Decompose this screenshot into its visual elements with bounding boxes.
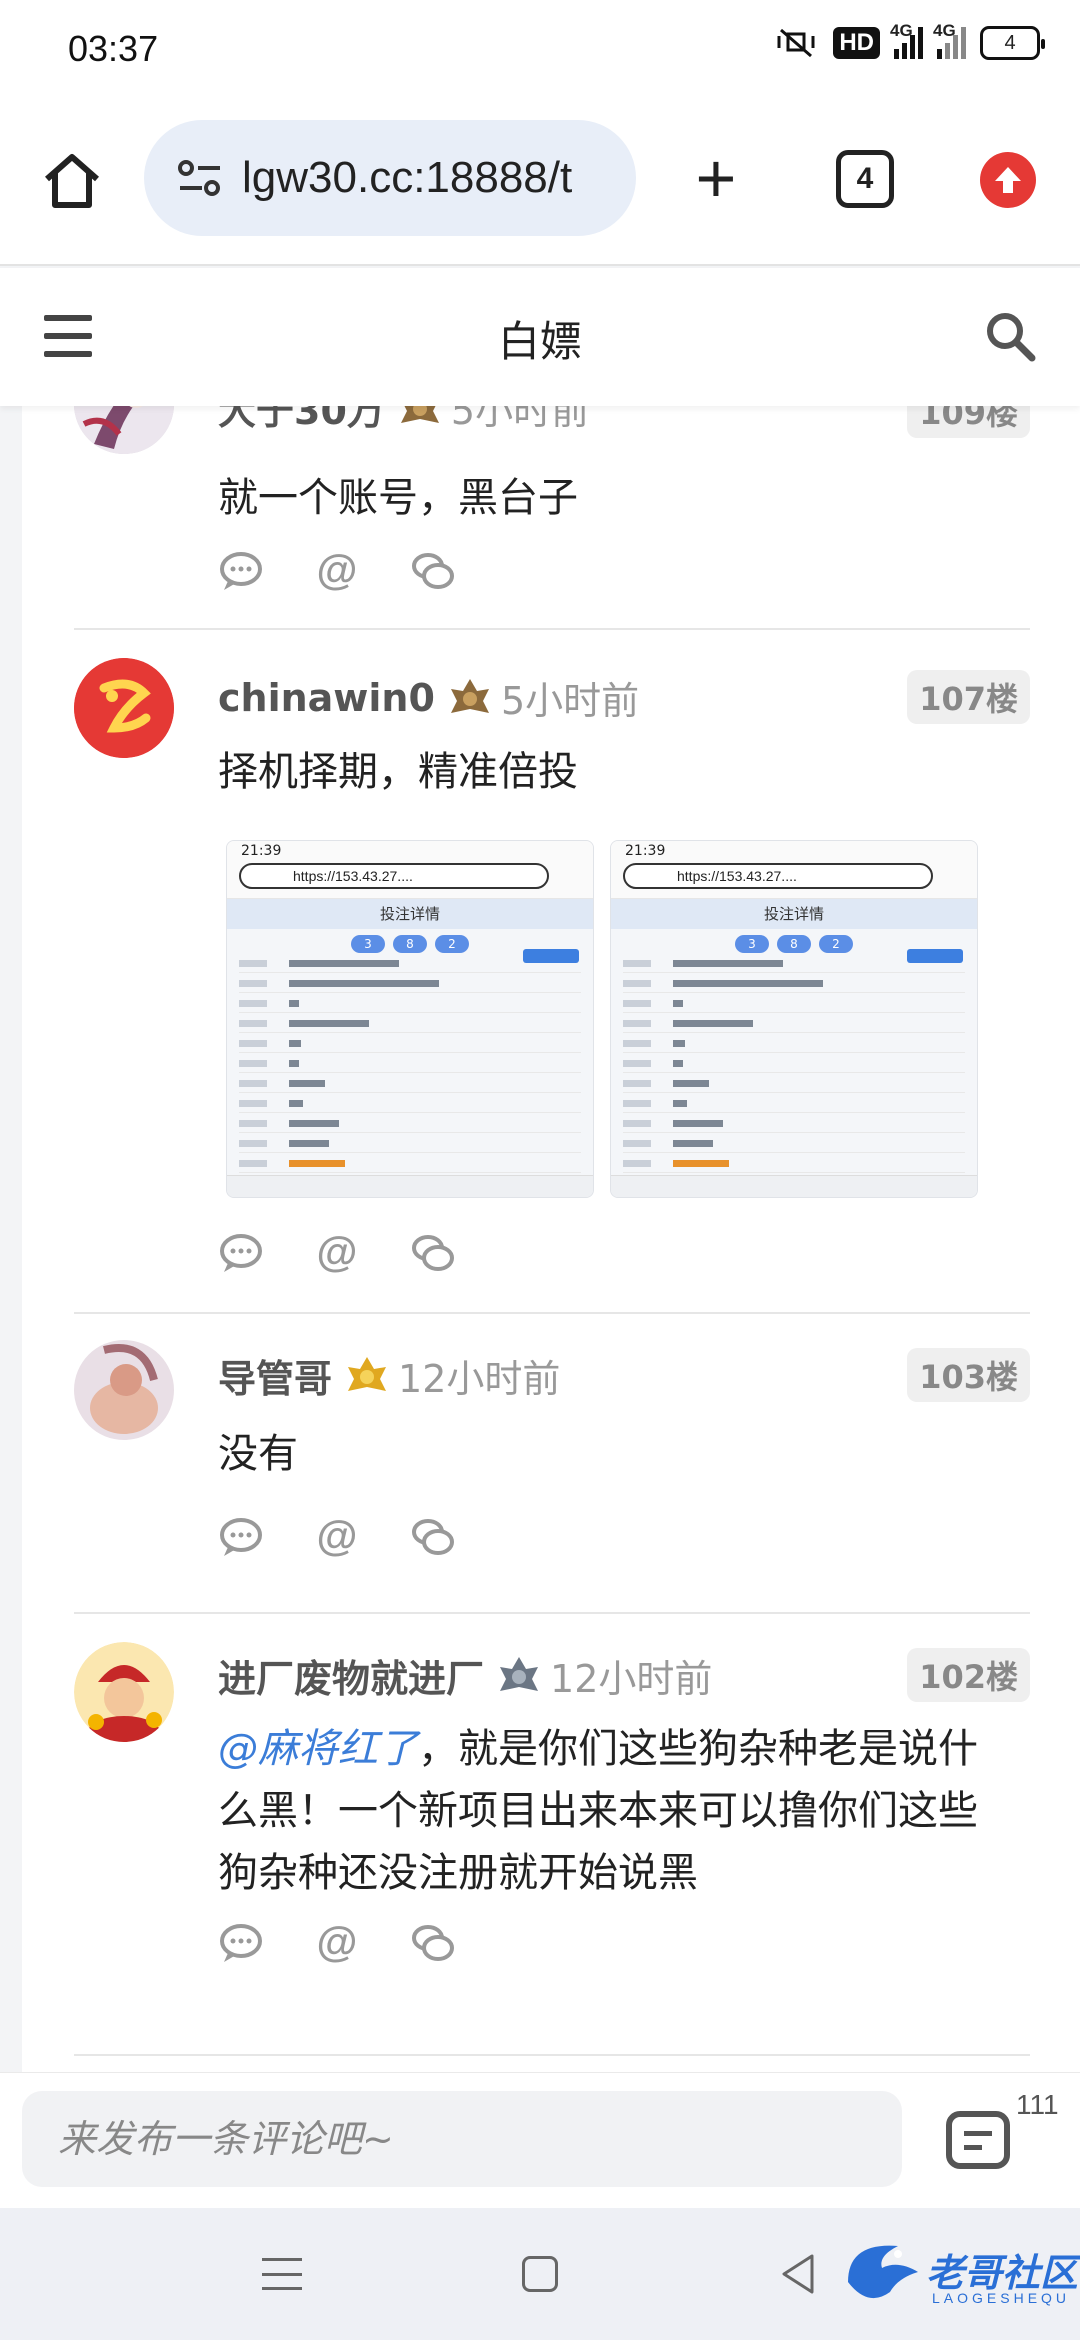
rank-badge-icon xyxy=(348,1356,387,1391)
mention-icon[interactable]: @ xyxy=(314,1230,360,1276)
url-text: lgw30.cc:18888/t xyxy=(242,153,573,202)
site-header: 白嫖 xyxy=(0,268,1080,406)
rank-badge-icon xyxy=(400,406,439,423)
tab-switcher-button[interactable]: 4 xyxy=(836,150,894,208)
quote-icon[interactable] xyxy=(410,1920,456,1966)
comment-text: 就一个账号，黑台子 xyxy=(218,475,578,521)
home-button[interactable] xyxy=(36,144,108,216)
nav-home-button[interactable] xyxy=(522,2256,558,2292)
post-time: 12小时前 xyxy=(550,1657,713,1701)
reply-icon[interactable] xyxy=(218,1514,264,1560)
username[interactable]: 导管哥 xyxy=(218,1348,332,1403)
comment-count: 111 xyxy=(1016,2089,1059,2120)
search-icon[interactable] xyxy=(980,306,1040,366)
comment-input[interactable]: 来发布一条评论吧~ xyxy=(22,2091,902,2187)
new-tab-button[interactable]: + xyxy=(680,143,752,216)
address-bar[interactable]: lgw30.cc:18888/t xyxy=(144,120,636,236)
avatar[interactable] xyxy=(74,406,174,454)
update-button[interactable] xyxy=(980,152,1036,208)
tune-icon[interactable] xyxy=(172,150,228,206)
status-bar: 03:37 HD 4G 4G 4 xyxy=(0,0,1080,96)
reply-icon[interactable] xyxy=(218,1920,264,1966)
floor-badge: 107楼 xyxy=(907,670,1030,724)
quote-icon[interactable] xyxy=(410,548,456,594)
recent-apps-button[interactable] xyxy=(262,2258,302,2290)
floor-badge: 109楼 xyxy=(907,406,1030,438)
reply-icon[interactable] xyxy=(218,1230,264,1276)
browser-toolbar: lgw30.cc:18888/t + 4 xyxy=(0,96,1080,266)
comment-text: 择机择期，精准倍投 xyxy=(218,749,578,795)
comment-image[interactable]: 21:39 https://153.43.27.... 投注详情 3 8 2 xyxy=(610,840,978,1198)
avatar[interactable] xyxy=(74,1340,174,1440)
signal-icon-2: 4G xyxy=(933,21,966,59)
signal-icon-1: 4G xyxy=(890,21,923,59)
divider xyxy=(74,1612,1030,1614)
quote-icon[interactable] xyxy=(410,1230,456,1276)
comment-image[interactable]: 21:39 https://153.43.27.... 投注详情 3 8 2 xyxy=(226,840,594,1198)
username[interactable]: chinawin0 xyxy=(218,676,435,720)
quote-icon[interactable] xyxy=(410,1514,456,1560)
system-nav-bar: 老哥社区 LAOGESHEQU xyxy=(0,2208,1080,2340)
divider xyxy=(74,628,1030,630)
comment-bar: 来发布一条评论吧~ 111 xyxy=(0,2072,1080,2208)
mute-vibrate-icon xyxy=(777,28,815,58)
rank-badge-icon xyxy=(450,678,489,713)
battery-icon: 4 xyxy=(980,26,1045,60)
rank-badge-icon xyxy=(500,1656,539,1691)
comment-text: @麻将红了，就是你们这些狗杂种老是说什么黑！一个新项目出来本来可以撸你们这些狗杂… xyxy=(218,1726,978,1896)
mention-icon[interactable]: @ xyxy=(314,1514,360,1560)
floor-badge: 102楼 xyxy=(907,1648,1030,1702)
status-icons: HD 4G 4G 4 xyxy=(773,21,1045,60)
floor-badge: 103楼 xyxy=(907,1348,1030,1402)
comment-text: 没有 xyxy=(218,1431,298,1477)
mention-icon[interactable]: @ xyxy=(314,548,360,594)
divider xyxy=(74,1312,1030,1314)
mention-icon[interactable]: @ xyxy=(314,1920,360,1966)
reply-icon[interactable] xyxy=(218,548,264,594)
post-time: 5小时前 xyxy=(450,406,590,433)
comments-icon[interactable] xyxy=(946,2111,1010,2169)
comment-list: 大于30万 5小时前 109楼 就一个账号，黑台子 @ chinawin0 5小… xyxy=(22,406,1080,2072)
mention-link[interactable]: @麻将红了 xyxy=(218,1726,418,1772)
divider xyxy=(74,2054,1030,2056)
back-icon[interactable] xyxy=(778,2252,818,2296)
hd-voice-badge: HD xyxy=(833,27,880,59)
status-time: 03:37 xyxy=(68,28,159,69)
page-title: 白嫖 xyxy=(497,317,582,366)
username[interactable]: 大于30万 xyxy=(218,406,385,435)
home-icon xyxy=(45,154,99,208)
watermark-logo: 老哥社区 LAOGESHEQU xyxy=(838,2232,1078,2316)
avatar[interactable] xyxy=(74,658,174,758)
post-time: 12小时前 xyxy=(398,1357,561,1401)
username[interactable]: 进厂废物就进厂 xyxy=(218,1648,484,1703)
dragon-logo-icon xyxy=(848,2245,918,2299)
avatar[interactable] xyxy=(74,1642,174,1742)
update-arrow-icon xyxy=(995,167,1021,193)
post-time: 5小时前 xyxy=(500,679,640,723)
